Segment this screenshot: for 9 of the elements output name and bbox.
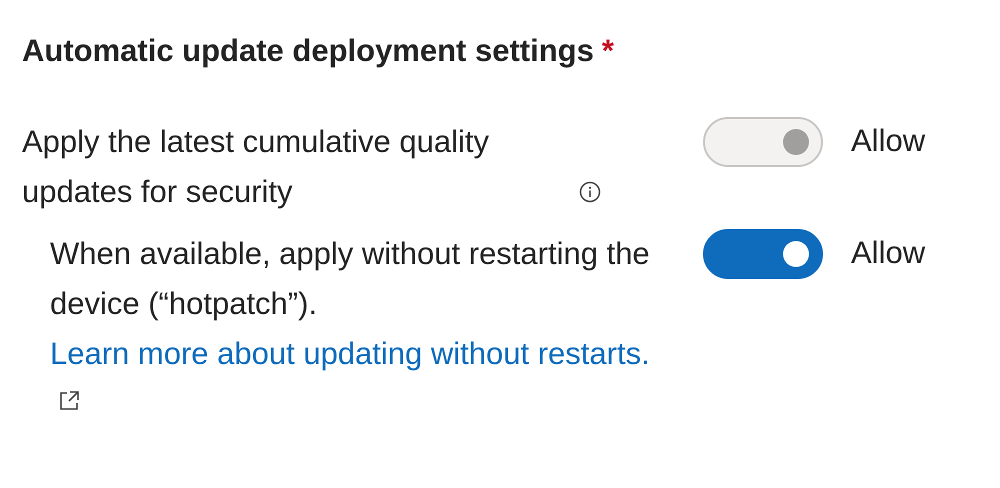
external-link-icon — [58, 390, 80, 412]
learn-more-link[interactable]: Learn more about updating without restarts. — [50, 328, 650, 428]
toggle-state-label: Allow — [851, 122, 926, 160]
toggle-state-label: Allow — [851, 234, 926, 272]
toggle-switch[interactable] — [703, 228, 823, 278]
section-title: Automatic update deployment settings — [22, 32, 594, 70]
required-mark: * — [602, 32, 614, 70]
setting-label: Apply the latest cumulative quality updates for security — [22, 122, 490, 210]
setting-label: When available, apply without restarting the device (“hotpatch”). — [50, 234, 650, 322]
